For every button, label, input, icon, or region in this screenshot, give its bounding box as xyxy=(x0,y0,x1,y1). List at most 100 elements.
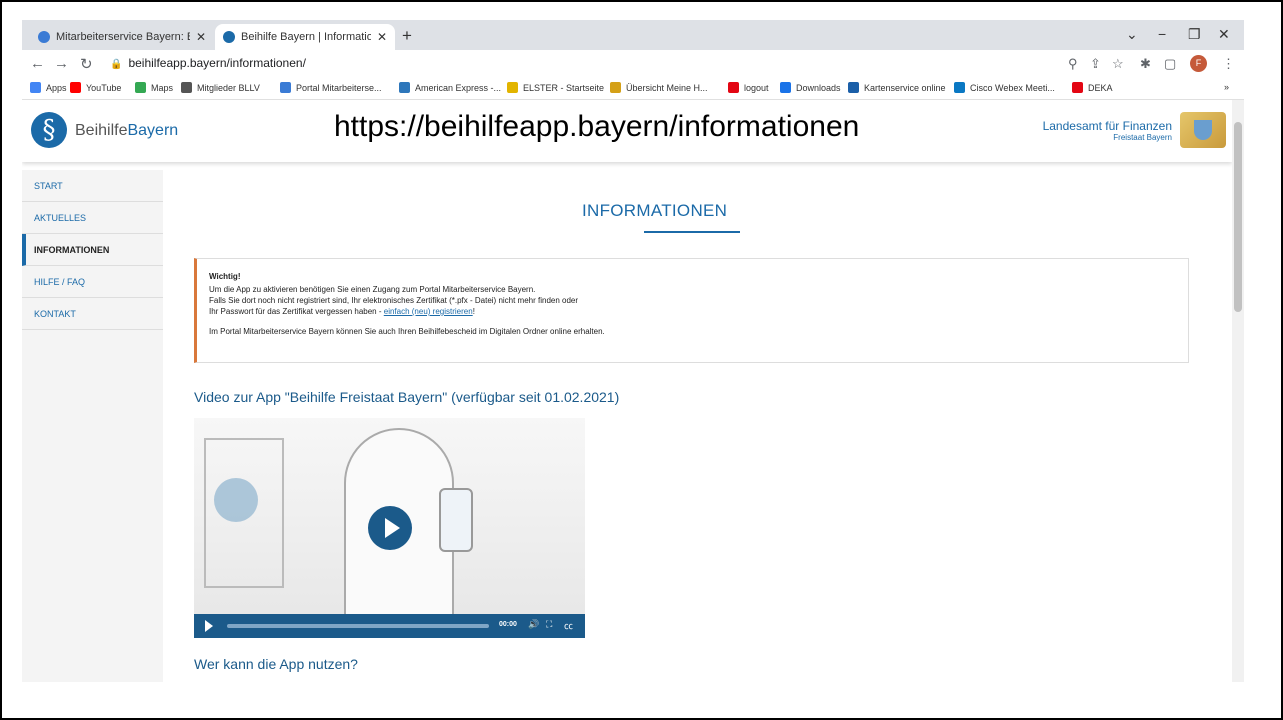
video-title: Video zur App "Beihilfe Freistaat Bayern… xyxy=(194,389,620,405)
sidebar-item-informationen[interactable]: INFORMATIONEN xyxy=(22,234,163,266)
video-time: 00:00 xyxy=(499,621,517,628)
notice-line2: Falls Sie dort noch nicht registriert si… xyxy=(209,296,579,305)
lff-label[interactable]: Landesamt für Finanzen Freistaat Bayern xyxy=(1043,119,1172,142)
captions-icon[interactable]: ㏄ xyxy=(564,619,573,632)
bookmark-label: Maps xyxy=(151,82,174,93)
address-bar[interactable]: 🔒 beihilfeapp.bayern/informationen/ xyxy=(110,56,306,70)
notice-spacer xyxy=(209,317,1176,326)
bookmark-downloads[interactable]: Downloads xyxy=(780,82,841,93)
play-icon[interactable] xyxy=(368,506,412,550)
tab-label: Mitarbeiterservice Bayern: Beihilf xyxy=(56,31,190,43)
back-icon[interactable]: ← xyxy=(30,55,45,72)
scrollbar-thumb[interactable] xyxy=(1234,122,1242,312)
bookmark-label: Kartenservice online xyxy=(864,82,946,93)
map-service-icon xyxy=(848,82,859,93)
bookmark-label: Übersicht Meine H... xyxy=(626,82,708,93)
section-heading-wer: Wer kann die App nutzen? xyxy=(194,656,358,672)
bookmark-youtube[interactable]: YouTube xyxy=(70,82,121,93)
brand-part1: Beihilfe xyxy=(75,122,128,139)
fullscreen-icon[interactable]: ⛶ xyxy=(546,619,552,630)
brand-part2: Bayern xyxy=(127,122,179,139)
maps-icon xyxy=(135,82,146,93)
sidebar-item-hilfe-faq[interactable]: HILFE / FAQ xyxy=(22,266,163,298)
bookmark-label: Mitglieder BLLV xyxy=(197,82,260,93)
menu-icon[interactable]: ⋮ xyxy=(1222,56,1235,72)
lff-line2: Freistaat Bayern xyxy=(1113,133,1172,142)
amex-icon xyxy=(399,82,410,93)
sidebar-item-kontakt[interactable]: KONTAKT xyxy=(22,298,163,330)
close-icon[interactable]: ✕ xyxy=(196,30,206,44)
bookmark-label: Apps xyxy=(46,82,67,93)
bookmark-webex[interactable]: Cisco Webex Meeti... xyxy=(954,82,1055,93)
forward-icon[interactable]: → xyxy=(54,55,69,72)
page-scrollbar[interactable] xyxy=(1232,100,1244,682)
sparkasse-icon xyxy=(728,82,739,93)
bookmark-label: YouTube xyxy=(86,82,122,93)
tab-favicon-icon xyxy=(223,31,235,43)
video-player[interactable]: 00:00 🔊 ⛶ ㏄ xyxy=(194,418,585,638)
site-header: § BeihilfeBayern https://beihilfeapp.bay… xyxy=(22,100,1232,162)
portal-icon xyxy=(280,82,291,93)
notice-line3-text: Ihr Passwort für das Zertifikat vergesse… xyxy=(209,307,384,316)
tab-strip: Mitarbeiterservice Bayern: Beihilf ✕ Bei… xyxy=(22,20,1244,50)
globe-icon xyxy=(181,82,192,93)
site-brand[interactable]: BeihilfeBayern xyxy=(75,122,178,140)
bookmark-label: DEKA xyxy=(1088,82,1113,93)
lock-icon: 🔒 xyxy=(110,59,123,70)
apps-grid-icon xyxy=(30,82,41,93)
elster-star-icon xyxy=(507,82,518,93)
page-title: INFORMATIONEN xyxy=(582,201,728,220)
bookmark-logout[interactable]: logout xyxy=(728,82,769,93)
lff-line1: Landesamt für Finanzen xyxy=(1042,119,1172,133)
webex-icon xyxy=(954,82,965,93)
sidepanel-icon[interactable]: ▢ xyxy=(1164,56,1176,72)
restore-button[interactable]: ❐ xyxy=(1188,26,1201,43)
play-small-icon[interactable] xyxy=(205,620,213,632)
profile-avatar[interactable]: F xyxy=(1190,55,1207,72)
bookmark-bllv[interactable]: Mitglieder BLLV xyxy=(181,82,260,93)
sidebar-item-aktuelles[interactable]: AKTUELLES xyxy=(22,202,163,234)
browser-toolbar: ← → ↻ 🔒 beihilfeapp.bayern/informationen/… xyxy=(22,50,1244,78)
volume-icon[interactable]: 🔊 xyxy=(528,619,539,630)
video-progress-track[interactable] xyxy=(227,624,489,628)
bookmarks-more-button[interactable]: » xyxy=(1224,82,1229,92)
sidebar-item-start[interactable]: START xyxy=(22,170,163,202)
close-icon[interactable]: ✕ xyxy=(377,30,387,44)
minimize-button[interactable]: − xyxy=(1158,26,1166,42)
bookmark-uebersicht[interactable]: Übersicht Meine H... xyxy=(610,82,708,93)
bookmark-portal[interactable]: Portal Mitarbeiterse... xyxy=(280,82,382,93)
bookmark-label: Downloads xyxy=(796,82,841,93)
star-icon[interactable]: ☆ xyxy=(1112,56,1124,72)
notice-line3: Ihr Passwort für das Zertifikat vergesse… xyxy=(209,306,1176,317)
notice-title: Wichtig! xyxy=(209,272,241,281)
tab-favicon-icon xyxy=(38,31,50,43)
bookmark-amex[interactable]: American Express -... xyxy=(399,82,501,93)
tab-mitarbeiterservice[interactable]: Mitarbeiterservice Bayern: Beihilf ✕ xyxy=(30,24,214,50)
sidebar-nav: START AKTUELLES INFORMATIONEN HILFE / FA… xyxy=(22,170,163,682)
bookmark-label: American Express -... xyxy=(415,82,502,93)
poster-flowers-illustration xyxy=(214,478,258,522)
screenshot-frame: Mitarbeiterservice Bayern: Beihilf ✕ Bei… xyxy=(0,0,1283,720)
bookmark-deka[interactable]: DEKA xyxy=(1072,82,1113,93)
bookmark-maps[interactable]: Maps xyxy=(135,82,173,93)
bookmarks-bar: Apps YouTube Maps Mitglieder BLLV Portal… xyxy=(22,78,1244,100)
reload-icon[interactable]: ↻ xyxy=(80,55,93,73)
bookmark-elster[interactable]: ELSTER - Startseite xyxy=(507,82,604,93)
bookmark-kartenservice[interactable]: Kartenservice online xyxy=(848,82,946,93)
zoom-icon[interactable]: ⚲ xyxy=(1068,56,1078,72)
download-icon xyxy=(780,82,791,93)
shield-icon xyxy=(610,82,621,93)
notice-line1: Um die App zu aktivieren benötigen Sie e… xyxy=(209,285,536,294)
share-icon[interactable]: ⇪ xyxy=(1090,56,1101,72)
tab-search-icon[interactable]: ⌄ xyxy=(1126,26,1138,43)
tab-beihilfe-informationen[interactable]: Beihilfe Bayern | Informationen ✕ xyxy=(215,24,395,50)
new-tab-button[interactable]: + xyxy=(402,26,412,46)
register-link[interactable]: einfach (neu) registrieren xyxy=(384,307,473,316)
bookmark-label: logout xyxy=(744,82,769,93)
youtube-icon xyxy=(70,82,81,93)
bookmark-apps[interactable]: Apps xyxy=(30,82,67,93)
video-controls: 00:00 🔊 ⛶ ㏄ xyxy=(194,614,585,638)
extensions-icon[interactable]: ✱ xyxy=(1140,56,1151,72)
beihilfe-logo-icon[interactable]: § xyxy=(31,112,67,148)
window-close-button[interactable]: ✕ xyxy=(1218,26,1230,43)
